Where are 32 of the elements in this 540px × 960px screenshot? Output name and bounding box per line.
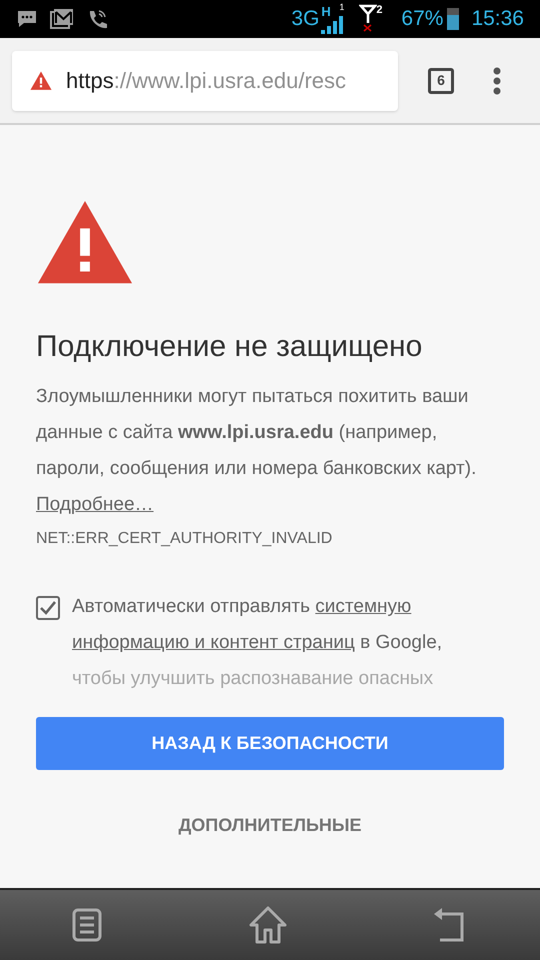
sim-label: 2 <box>376 3 383 18</box>
report-link[interactable]: системную <box>315 596 412 618</box>
antenna-icon <box>359 4 378 32</box>
tab-count-button[interactable]: 6 <box>428 68 454 94</box>
mail-icon <box>50 8 74 30</box>
clock: 15:36 <box>471 6 524 32</box>
menu-icon[interactable] <box>72 908 104 942</box>
error-code: NET::ERR_CERT_AUTHORITY_INVALID <box>36 529 334 550</box>
menu-icon[interactable] <box>493 66 501 94</box>
report-text: в Google, <box>359 632 442 654</box>
hspa-label: H <box>321 3 331 21</box>
back-to-safety-button[interactable]: НАЗАД К БЕЗОПАСНОСТИ <box>36 717 504 770</box>
address-bar[interactable]: https://www.lpi.usra.edu/resc <box>12 50 398 110</box>
signal-icon <box>321 16 346 34</box>
report-link[interactable]: информацию и контент страниц <box>72 632 355 654</box>
warning-paragraph: Злоумышленники могут пытаться похитить ваши данные с сайта www.lpi.usra.edu (например, пароли, сообщения или номера банковских карт). Подробнее… <box>36 385 478 518</box>
report-text: Автоматически отправлять <box>72 596 312 618</box>
network-type: 3G <box>291 6 320 32</box>
page-heading: Подключение не защищено <box>36 329 424 366</box>
url-text: https://www.lpi.usra.edu/resc <box>66 67 346 95</box>
warning-icon <box>30 70 52 90</box>
warning-icon <box>36 199 134 286</box>
sim-label: 1 <box>339 1 344 14</box>
home-icon[interactable] <box>248 906 288 944</box>
report-checkbox[interactable] <box>36 596 60 620</box>
battery-percent: 67% <box>401 6 444 32</box>
learn-more-link[interactable]: Подробнее… <box>36 494 154 516</box>
report-text: чтобы улучшить распознавание опасных <box>72 667 434 692</box>
check-icon <box>40 601 56 616</box>
message-icon <box>16 9 38 29</box>
battery-icon <box>447 8 460 30</box>
details-button[interactable]: ДОПОЛНИТЕЛЬНЫЕ <box>162 800 378 850</box>
